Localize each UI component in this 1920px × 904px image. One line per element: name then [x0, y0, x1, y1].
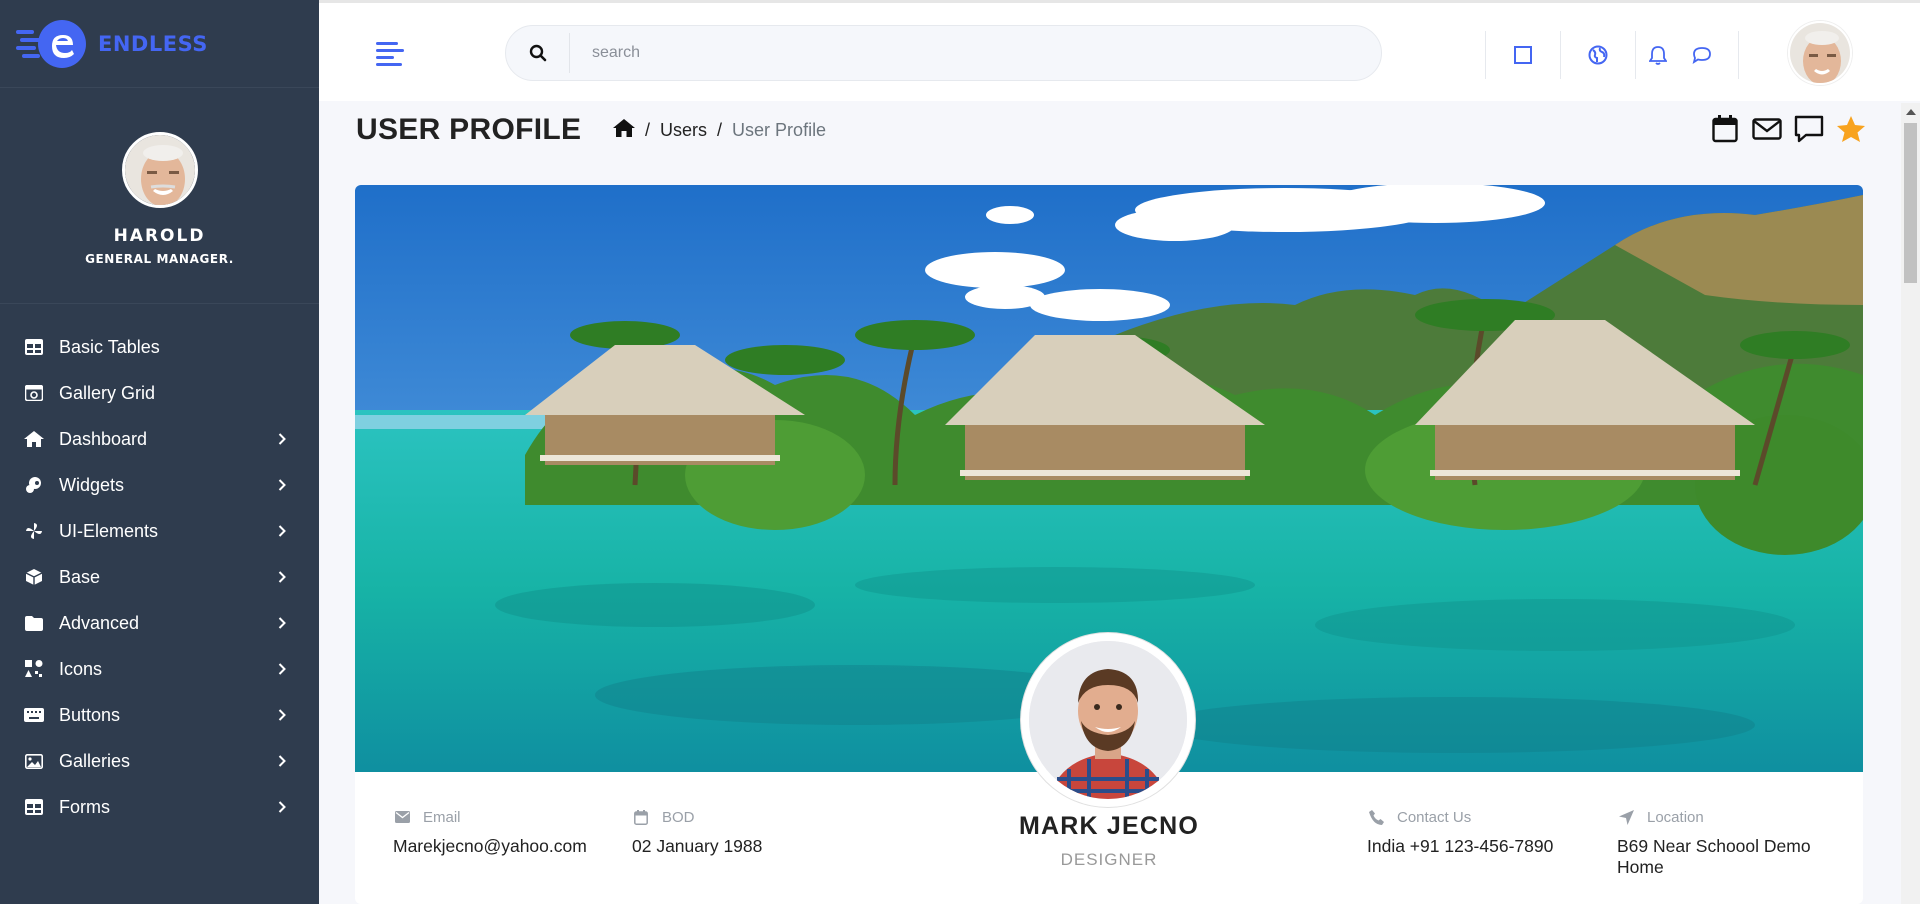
chevron-right-icon	[275, 478, 289, 492]
location-value: B69 Near Schoool Demo Home	[1617, 836, 1811, 877]
location-info: Location B69 Near Schoool Demo Home	[1617, 808, 1837, 878]
sidebar-item-label: UI-Elements	[59, 520, 159, 541]
profile-card: Email Marekjecno@yahoo.com BOD 02 Januar…	[355, 185, 1863, 904]
sidebar-item-widgets[interactable]: Widgets	[0, 462, 319, 508]
chevron-right-icon	[275, 800, 289, 814]
search-icon[interactable]	[506, 33, 570, 73]
profile-avatar[interactable]	[1021, 633, 1195, 807]
widgets-icon	[24, 475, 44, 495]
message-square-icon[interactable]	[1788, 112, 1830, 146]
sidebar-item-base[interactable]: Base	[0, 554, 319, 600]
home-icon[interactable]	[613, 119, 635, 142]
bookmark-bar	[1704, 112, 1872, 146]
brand-logo-icon	[14, 16, 88, 72]
fullscreen-icon[interactable]	[1486, 31, 1560, 79]
sidebar-item-label: Advanced	[59, 612, 140, 633]
sidebar-item-label: Base	[59, 566, 101, 587]
globe-icon[interactable]	[1561, 31, 1635, 79]
sidebar-item-label: Icons	[59, 658, 103, 679]
chevron-right-icon	[275, 570, 289, 584]
sidebar-item-advanced[interactable]: Advanced	[0, 600, 319, 646]
sidebar-item-label: Buttons	[59, 704, 121, 725]
breadcrumb: / Users / User Profile	[613, 119, 826, 142]
sidebar-item-label: Gallery Grid	[59, 382, 156, 403]
calendar-icon[interactable]	[1704, 112, 1746, 146]
search-input[interactable]	[592, 44, 1292, 62]
folder-icon	[24, 613, 44, 633]
sidebar: ENDLESS HAROLD GENERAL MANAGER. Basic Ta…	[0, 0, 319, 904]
table-icon	[24, 337, 44, 357]
sidebar-item-label: Basic Tables	[59, 336, 160, 357]
sidebar-user-name: HAROLD	[113, 226, 206, 246]
header-actions	[1485, 31, 1739, 79]
menu-toggle-icon[interactable]	[376, 39, 406, 69]
picture-icon	[24, 751, 44, 771]
chevron-right-icon	[275, 754, 289, 768]
contact-info: Contact Us India +91 123-456-7890	[1367, 808, 1554, 857]
sidebar-item-gallery-grid[interactable]: Gallery Grid	[0, 370, 319, 416]
logo[interactable]: ENDLESS	[0, 0, 319, 88]
chevron-right-icon	[275, 708, 289, 722]
chevron-right-icon	[275, 616, 289, 630]
box-icon	[24, 567, 44, 587]
sidebar-item-label: Forms	[59, 796, 110, 817]
form-table-icon	[24, 797, 44, 817]
chat-icon[interactable]	[1680, 31, 1724, 79]
home-icon	[24, 429, 44, 449]
chevron-right-icon	[275, 662, 289, 676]
page-title: USER PROFILE	[356, 113, 582, 146]
sidebar-item-basic-tables[interactable]: Basic Tables	[0, 324, 319, 370]
top-header	[319, 0, 1920, 101]
scrollbar-thumb[interactable]	[1904, 123, 1917, 283]
sidebar-item-galleries[interactable]: Galleries	[0, 738, 319, 784]
brand-name: ENDLESS	[98, 31, 208, 56]
header-user-avatar[interactable]	[1788, 21, 1852, 85]
sidebar-item-icons[interactable]: Icons	[0, 646, 319, 692]
sidebar-item-label: Galleries	[59, 750, 131, 771]
chevron-right-icon	[275, 432, 289, 446]
sidebar-item-dashboard[interactable]: Dashboard	[0, 416, 319, 462]
sidebar-item-forms[interactable]: Forms	[0, 784, 319, 830]
sidebar-user-avatar[interactable]	[121, 132, 198, 208]
star-icon[interactable]	[1830, 112, 1872, 146]
sidebar-item-label: Widgets	[59, 474, 125, 495]
sidebar-item-label: Dashboard	[59, 428, 148, 449]
phone-icon	[1367, 808, 1385, 826]
image-icon	[24, 383, 44, 403]
sidebar-user-role: GENERAL MANAGER.	[85, 252, 234, 266]
keyboard-icon	[24, 705, 44, 725]
bell-icon[interactable]	[1636, 31, 1680, 79]
breadcrumb-current: User Profile	[732, 120, 827, 140]
sidebar-menu: Basic Tables Gallery Grid Dashboard Widg…	[0, 324, 319, 830]
sidebar-item-ui-elements[interactable]: UI-Elements	[0, 508, 319, 554]
mail-icon[interactable]	[1746, 112, 1788, 146]
pinwheel-icon	[24, 521, 44, 541]
sidebar-item-buttons[interactable]: Buttons	[0, 692, 319, 738]
icons-grid-icon	[24, 659, 44, 679]
page-scrollbar[interactable]	[1901, 103, 1920, 904]
search-bar	[505, 25, 1382, 81]
sidebar-user-profile: HAROLD GENERAL MANAGER.	[0, 88, 319, 304]
location-arrow-icon	[1617, 808, 1635, 826]
contact-value: India +91 123-456-7890	[1367, 836, 1554, 856]
chevron-right-icon	[275, 524, 289, 538]
breadcrumb-users[interactable]: Users	[660, 120, 707, 141]
